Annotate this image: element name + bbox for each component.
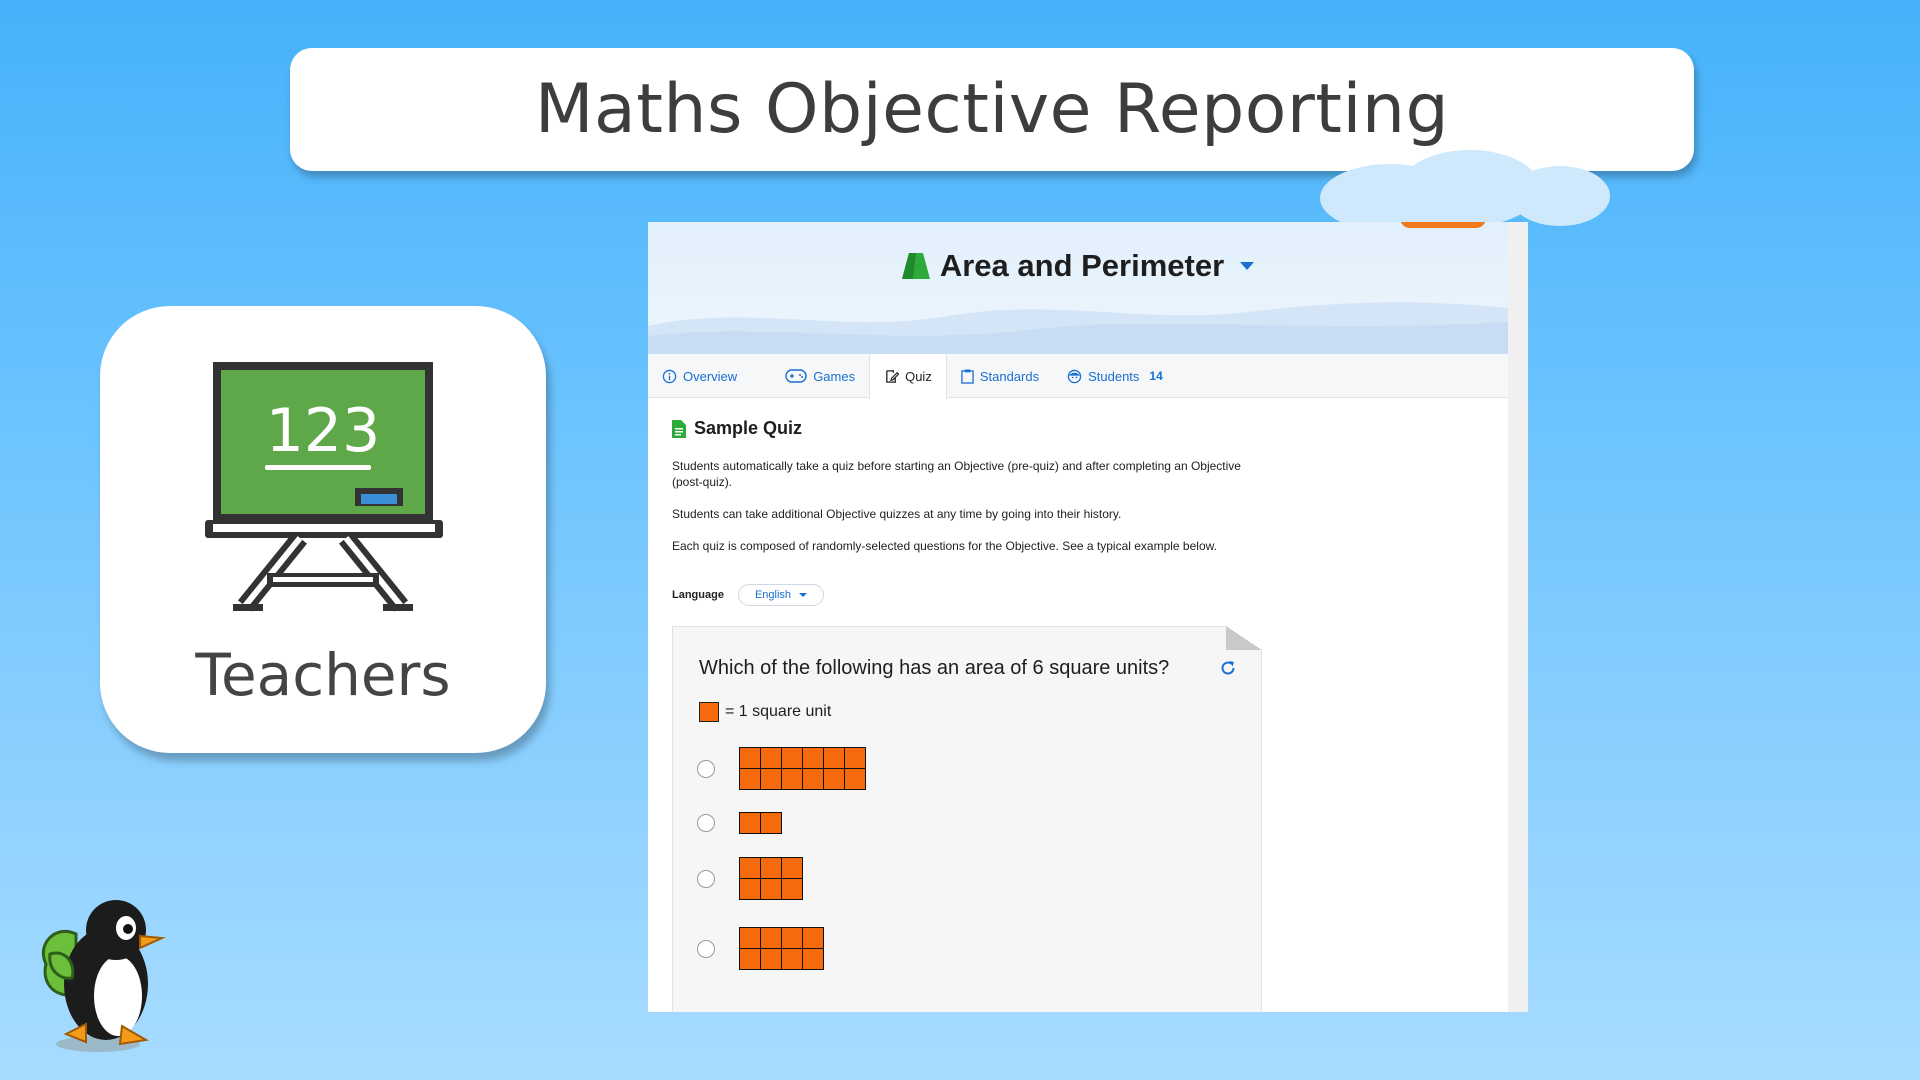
- wave-decoration: [648, 302, 1508, 354]
- answer-option-a[interactable]: [697, 747, 866, 790]
- answer-option-d[interactable]: [697, 927, 824, 970]
- radio-button[interactable]: [697, 869, 715, 888]
- scrollbar[interactable]: [1508, 222, 1528, 1012]
- tab-label: Standards: [979, 368, 1040, 384]
- orange-tab: [1400, 222, 1486, 228]
- tab-students[interactable]: Students 14: [1053, 354, 1177, 398]
- app-panel: Area and Perimeter Overview Games Quiz S…: [648, 222, 1528, 1012]
- students-count-badge: 14: [1149, 369, 1163, 383]
- language-value: English: [754, 589, 792, 601]
- chevron-down-icon: [799, 593, 808, 597]
- question-text: Which of the following has an area of 6 …: [699, 657, 1170, 679]
- area-shape-2x1: [739, 812, 782, 834]
- gamepad-icon: [785, 369, 807, 383]
- tab-quiz[interactable]: Quiz: [869, 354, 947, 399]
- area-shape-3x2: [739, 857, 803, 900]
- tab-label: Overview: [683, 368, 738, 384]
- tab-label: Students: [1088, 368, 1140, 384]
- language-row: Language English: [672, 584, 825, 606]
- area-shape-4x2: [739, 927, 824, 970]
- unit-square-swatch: [699, 702, 719, 722]
- quiz-description-2: Students can take additional Objective q…: [672, 507, 1122, 521]
- unit-legend: = 1 square unit: [699, 702, 831, 722]
- chevron-down-icon[interactable]: [1240, 262, 1255, 270]
- objective-header: Area and Perimeter: [648, 222, 1508, 354]
- area-shape-6x2: [739, 747, 866, 790]
- penguin-mascot-icon: [41, 900, 166, 1052]
- tab-bar: Overview Games Quiz Standards Students 1…: [648, 354, 1508, 399]
- objective-level-icon: [901, 253, 930, 279]
- student-icon: [1067, 369, 1082, 383]
- language-label: Language: [672, 589, 724, 601]
- board-number: 123: [266, 396, 381, 466]
- quiz-heading: Sample Quiz: [672, 418, 802, 439]
- legend-text: = 1 square unit: [725, 703, 832, 720]
- document-icon: [672, 419, 686, 438]
- teachers-label: Teachers: [195, 641, 451, 709]
- radio-button[interactable]: [697, 814, 715, 832]
- objective-title[interactable]: Area and Perimeter: [648, 248, 1508, 284]
- objective-title-text: Area and Perimeter: [939, 248, 1225, 283]
- edit-icon: [886, 370, 900, 383]
- info-icon: [662, 369, 677, 383]
- chalkboard-icon: 123: [205, 362, 443, 612]
- language-select[interactable]: English: [737, 584, 825, 606]
- radio-button[interactable]: [697, 939, 715, 958]
- answer-option-c[interactable]: [697, 857, 803, 900]
- radio-button[interactable]: [697, 759, 715, 778]
- tab-standards[interactable]: Standards: [947, 354, 1053, 398]
- teachers-card[interactable]: 123 Teachers: [100, 306, 546, 753]
- cloud-icon: [1320, 150, 1610, 230]
- page-title: Maths Objective Reporting: [534, 70, 1450, 149]
- quiz-description-3: Each quiz is composed of randomly-select…: [672, 539, 1217, 553]
- refresh-icon[interactable]: [1219, 659, 1237, 677]
- quiz-description-1: Students automatically take a quiz befor…: [672, 459, 1241, 489]
- tab-overview[interactable]: Overview: [648, 354, 751, 398]
- tab-label: Games: [813, 368, 856, 384]
- quiz-title: Sample Quiz: [694, 418, 803, 438]
- page-fold-icon: [1226, 626, 1262, 650]
- clipboard-icon: [961, 369, 974, 384]
- tab-games[interactable]: Games: [771, 354, 869, 398]
- tab-label: Quiz: [905, 369, 932, 384]
- answer-option-b[interactable]: [697, 812, 782, 834]
- question-card: Which of the following has an area of 6 …: [672, 626, 1262, 1012]
